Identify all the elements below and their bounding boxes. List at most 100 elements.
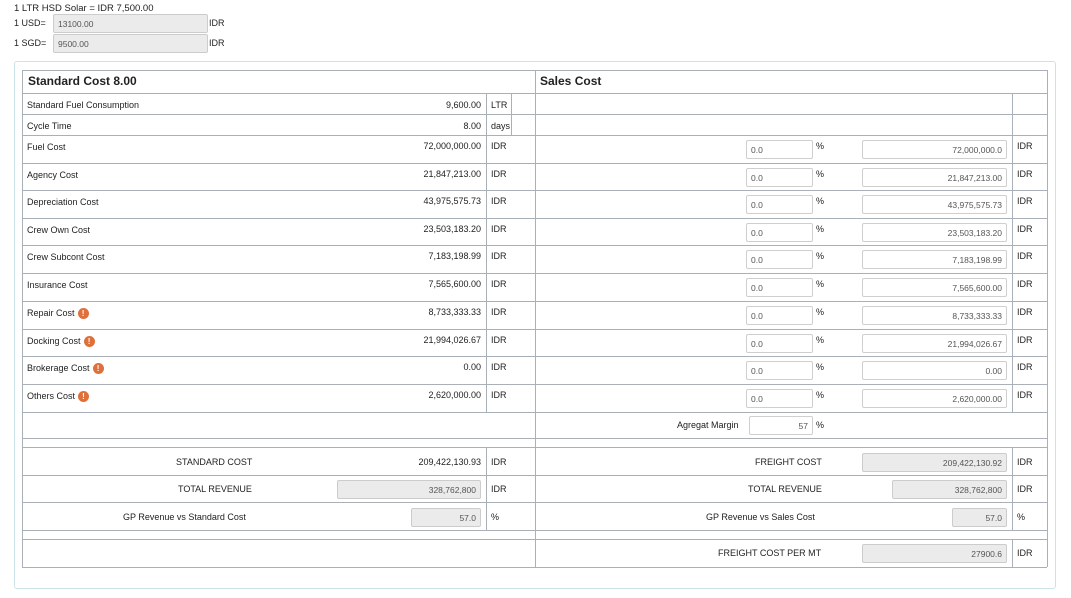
fuel-consumption-label: Standard Fuel Consumption xyxy=(27,100,140,110)
gp-sales-input[interactable] xyxy=(952,508,1007,527)
total-revenue-left-label: TOTAL REVENUE xyxy=(178,484,252,494)
gp-standard-unit: % xyxy=(491,512,500,522)
sgd-rate-input[interactable] xyxy=(53,34,208,53)
sales-cost-input[interactable] xyxy=(862,306,1007,325)
margin-percent-input[interactable] xyxy=(746,278,813,297)
margin-percent-input[interactable] xyxy=(746,195,813,214)
grid-line xyxy=(1012,539,1013,567)
sales-cost-input[interactable] xyxy=(862,223,1007,242)
cost-row-unit: IDR xyxy=(491,196,507,206)
grid-line xyxy=(486,447,487,530)
cost-row-value: 72,000,000.00 xyxy=(423,141,481,151)
agregat-margin-unit: % xyxy=(816,420,825,430)
cost-row-label: Brokerage Cost! xyxy=(27,363,104,375)
cost-row-label-text: Fuel Cost xyxy=(27,142,66,152)
cost-row-unit: IDR xyxy=(491,307,507,317)
percent-symbol: % xyxy=(816,279,825,289)
cost-row-label: Insurance Cost xyxy=(27,280,88,290)
fuel-consumption-value: 9,600.00 xyxy=(445,100,481,110)
cost-row-value: 23,503,183.20 xyxy=(423,224,481,234)
margin-percent-input[interactable] xyxy=(746,306,813,325)
sales-cost-input[interactable] xyxy=(862,168,1007,187)
grid-line xyxy=(1012,93,1013,413)
percent-symbol: % xyxy=(816,141,825,151)
cost-row-label: Fuel Cost xyxy=(27,142,66,152)
cost-row-label-text: Others Cost xyxy=(27,391,76,401)
sales-cost-input[interactable] xyxy=(862,334,1007,353)
cycle-time-unit: days xyxy=(491,121,511,131)
percent-symbol: % xyxy=(816,390,825,400)
cost-row-label-text: Crew Own Cost xyxy=(27,225,91,235)
gp-standard-input[interactable] xyxy=(411,508,481,527)
standard-cost-summary-value: 209,422,130.93 xyxy=(418,457,481,467)
freight-cost-unit: IDR xyxy=(1017,457,1033,467)
cost-row-label: Depreciation Cost xyxy=(27,197,99,207)
sales-cost-unit: IDR xyxy=(1017,307,1033,317)
cost-row-label: Crew Own Cost xyxy=(27,225,90,235)
sales-cost-title: Sales Cost xyxy=(540,74,602,88)
freight-cost-label: FREIGHT COST xyxy=(755,457,822,467)
warning-icon[interactable]: ! xyxy=(83,336,95,348)
freight-per-mt-input[interactable] xyxy=(862,544,1007,563)
sales-cost-unit: IDR xyxy=(1017,390,1033,400)
cost-row-label: Docking Cost! xyxy=(27,336,95,348)
cost-row-label-text: Depreciation Cost xyxy=(27,197,99,207)
sgd-label: 1 SGD= xyxy=(14,38,47,48)
margin-percent-input[interactable] xyxy=(746,361,813,380)
cost-row-label: Repair Cost! xyxy=(27,308,89,320)
warning-icon[interactable]: ! xyxy=(92,363,104,375)
cycle-time-value: 8.00 xyxy=(463,121,481,131)
grid-line xyxy=(22,567,1047,568)
sales-cost-input[interactable] xyxy=(862,140,1007,159)
margin-percent-input[interactable] xyxy=(746,334,813,353)
cost-row-label: Crew Subcont Cost xyxy=(27,252,105,262)
grid-line xyxy=(486,93,487,413)
percent-symbol: % xyxy=(816,196,825,206)
cost-row-value: 21,994,026.67 xyxy=(423,335,481,345)
cost-row-label-text: Brokerage Cost xyxy=(27,363,90,373)
grid-line xyxy=(1047,70,1048,567)
standard-cost-summary-unit: IDR xyxy=(491,457,507,467)
cost-row-unit: IDR xyxy=(491,141,507,151)
sales-cost-unit: IDR xyxy=(1017,141,1033,151)
percent-symbol: % xyxy=(816,335,825,345)
margin-percent-input[interactable] xyxy=(746,168,813,187)
sales-cost-unit: IDR xyxy=(1017,196,1033,206)
sales-cost-input[interactable] xyxy=(862,250,1007,269)
usd-currency-label: IDR xyxy=(209,18,225,28)
grid-line xyxy=(22,70,23,567)
agregat-margin-input[interactable] xyxy=(749,416,813,435)
cost-row-unit: IDR xyxy=(491,169,507,179)
total-revenue-left-unit: IDR xyxy=(491,484,507,494)
sales-cost-input[interactable] xyxy=(862,195,1007,214)
percent-symbol: % xyxy=(816,362,825,372)
sales-cost-unit: IDR xyxy=(1017,335,1033,345)
sales-cost-input[interactable] xyxy=(862,278,1007,297)
cost-row-value: 0.00 xyxy=(463,362,481,372)
warning-icon[interactable]: ! xyxy=(78,391,90,403)
cost-row-unit: IDR xyxy=(491,335,507,345)
freight-per-mt-label: FREIGHT COST PER MT xyxy=(718,548,822,558)
gp-standard-label: GP Revenue vs Standard Cost xyxy=(123,512,246,522)
warning-icon[interactable]: ! xyxy=(77,308,89,320)
total-revenue-right-input[interactable] xyxy=(892,480,1007,499)
sales-cost-input[interactable] xyxy=(862,389,1007,408)
freight-cost-input[interactable] xyxy=(862,453,1007,472)
sales-cost-unit: IDR xyxy=(1017,251,1033,261)
cost-row-value: 21,847,213.00 xyxy=(423,169,481,179)
margin-percent-input[interactable] xyxy=(746,389,813,408)
cost-row-label-text: Agency Cost xyxy=(27,170,79,180)
cost-row-value: 7,183,198.99 xyxy=(428,251,481,261)
margin-percent-input[interactable] xyxy=(746,250,813,269)
total-revenue-left-input[interactable] xyxy=(337,480,481,499)
margin-percent-input[interactable] xyxy=(746,223,813,242)
sales-cost-input[interactable] xyxy=(862,361,1007,380)
usd-label: 1 USD= xyxy=(14,18,46,28)
usd-rate-input[interactable] xyxy=(53,14,208,33)
freight-per-mt-unit: IDR xyxy=(1017,548,1033,558)
cost-row-unit: IDR xyxy=(491,224,507,234)
cost-row-value: 7,565,600.00 xyxy=(428,279,481,289)
sales-cost-unit: IDR xyxy=(1017,279,1033,289)
margin-percent-input[interactable] xyxy=(746,140,813,159)
cost-row-label-text: Crew Subcont Cost xyxy=(27,252,105,262)
